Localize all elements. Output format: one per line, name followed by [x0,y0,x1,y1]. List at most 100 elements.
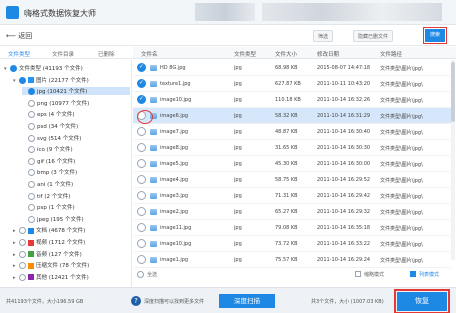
table-row[interactable]: image8.jpg jpg 31.65 KB 2011-10-14 16:30:30… [133,140,451,156]
column-header-size[interactable]: 文件大小 [275,50,297,58]
tree-node[interactable]: ▸ 音频 (127 个文件) [13,250,82,258]
tree-checkbox[interactable] [19,227,26,235]
file-size-cell: 110.18 KB [275,97,301,103]
row-checkbox[interactable] [137,223,146,232]
file-type-cell: jpg [234,177,242,183]
table-row[interactable]: texture1.jpg jpg 627.87 KB 2011-10-11 10:43… [133,76,451,92]
hide-deleted-button[interactable]: 隐藏已删文件 [353,30,394,42]
tree-checkbox[interactable] [28,204,35,212]
tree-node[interactable]: ico (9 个文件) [22,145,73,154]
filter-button[interactable]: 筛选 [313,30,334,42]
tree-node[interactable]: ▸ 压缩文件 (78 个文件) [13,261,89,270]
table-row[interactable]: image2.jpg jpg 65.27 KB 2011-10-14 16:29:32… [133,204,451,220]
tree-checkbox[interactable] [28,215,35,223]
tree-node-label: png (10977 个文件) [37,100,90,107]
toolbar: ⟵ 返回 筛选 隐藏已删文件 搜索 [0,26,456,46]
tree-node[interactable]: psd (34 个文件) [22,122,78,130]
table-row[interactable]: HD 8G.jpg jpg 68.98 KB 2015-08-07 14:47:18 文… [133,60,451,76]
select-all-checkbox[interactable] [137,271,144,278]
scrollbar[interactable] [451,60,455,260]
file-name-cell: image10.jpg [160,97,192,103]
tab-file-directory[interactable]: 文件目录 [52,50,74,58]
recover-button[interactable]: 恢复 [394,289,450,313]
thumb-mode-label[interactable]: 缩略模式 [364,271,384,278]
thumb-mode-icon[interactable] [355,271,361,277]
table-row[interactable]: image10.jpg jpg 73.72 KB 2011-10-14 16:33:2… [133,236,451,252]
file-type-cell: jpg [234,241,242,247]
tree-node[interactable]: bmp (3 个文件) [22,168,77,177]
tree-checkbox[interactable] [10,65,17,72]
table-row[interactable]: image4.jpg jpg 58.75 KB 2011-10-14 16:29:52… [133,172,451,188]
tree-checkbox[interactable] [28,88,35,96]
tree-checkbox[interactable] [19,76,26,84]
tree-checkbox[interactable] [28,111,35,119]
list-mode-icon[interactable] [410,271,416,277]
table-row[interactable]: image1.jpg jpg 75.57 KB 2011-10-14 16:29:24… [133,252,451,268]
column-header-type[interactable]: 文件类型 [234,50,256,58]
tree-checkbox[interactable] [19,262,26,270]
back-button[interactable]: ⟵ 返回 [6,31,32,41]
folder-icon [28,227,34,234]
row-checkbox[interactable] [137,239,146,248]
row-checkbox[interactable] [137,175,146,184]
tree-node[interactable]: jpeg (195 个文件) [22,215,84,223]
table-row[interactable]: image3.jpg jpg 71.31 KB 2011-10-14 16:29:42… [133,188,451,204]
image-file-icon [150,193,157,199]
row-checkbox[interactable] [137,191,146,200]
tree-checkbox[interactable] [28,157,35,165]
table-row[interactable]: image10.jpg jpg 110.18 KB 2011-10-14 16:32:… [133,92,451,108]
tree-checkbox[interactable] [19,250,26,258]
table-row[interactable]: image7.jpg jpg 48.87 KB 2011-10-14 16:30:40… [133,124,451,140]
tree-node[interactable]: psp (1 个文件) [22,203,75,212]
file-path-cell: 文件类型\图片\jpg\ [380,82,423,88]
tree-node[interactable]: eps (4 个文件) [22,110,75,119]
tree-checkbox[interactable] [28,169,35,177]
row-checkbox[interactable] [137,207,146,216]
row-checkbox[interactable] [137,143,146,152]
file-type-cell: jpg [234,225,242,231]
tree-node[interactable]: ▾ 文件类型 (41193 个文件) [4,64,83,72]
row-checkbox[interactable] [137,79,146,88]
tree-node-label: psd (34 个文件) [37,124,79,130]
tree-checkbox[interactable] [28,192,35,200]
tree-node[interactable]: ▸ 文档 (4678 个文件) [13,226,85,235]
tree-checkbox[interactable] [28,99,35,107]
tab-file-type[interactable]: 文件类型 [8,50,30,58]
column-header-name[interactable]: 文件名 [141,50,158,58]
table-row[interactable]: image6.jpg jpg 58.32 KB 2011-10-14 16:31:29… [133,108,451,124]
tree-node[interactable]: tif (2 个文件) [22,192,70,200]
tab-deleted[interactable]: 已删除 [98,50,115,58]
tree-node[interactable]: ▾ 图片 (22177 个文件) [13,76,89,84]
tree-node[interactable]: jpg (10421 个文件) [22,87,130,96]
table-row[interactable]: image5.jpg jpg 45.30 KB 2011-10-14 16:30:00… [133,156,451,172]
folder-icon [28,77,34,84]
tree-checkbox[interactable] [19,239,26,246]
row-checkbox[interactable] [137,159,146,168]
deep-scan-button[interactable]: 深度扫描 [219,294,275,308]
row-checkbox[interactable] [137,63,146,72]
search-button[interactable]: 搜索 [423,27,447,44]
file-size-cell: 73.72 KB [275,241,298,247]
tree-node[interactable]: ▸ 其他 (12421 个文件) [13,273,89,281]
row-checkbox[interactable] [137,255,146,264]
tree-checkbox[interactable] [19,273,26,281]
tree-node-label: svg (514 个文件) [37,135,82,142]
image-file-icon [150,81,157,87]
scrollbar-thumb[interactable] [451,62,455,122]
column-header-date[interactable]: 修改日期 [317,50,339,58]
list-mode-label[interactable]: 列表模式 [419,271,439,278]
tree-checkbox[interactable] [28,123,35,130]
tree-node[interactable]: ani (1 个文件) [22,180,73,188]
column-header-path[interactable]: 文件路径 [380,50,402,58]
tree-node[interactable]: ▸ 视频 (1712 个文件) [13,238,85,246]
tree-checkbox[interactable] [28,146,35,154]
help-icon[interactable]: ? [131,296,141,306]
tree-node[interactable]: png (10977 个文件) [22,99,89,107]
row-checkbox[interactable] [137,95,146,104]
row-checkbox[interactable] [137,127,146,136]
table-row[interactable]: image11.jpg jpg 79.08 KB 2011-10-14 16:35:1… [133,220,451,236]
tree-checkbox[interactable] [28,134,35,142]
tree-node[interactable]: gif (16 个文件) [22,157,75,165]
tree-node[interactable]: svg (514 个文件) [22,134,81,142]
tree-checkbox[interactable] [28,181,35,188]
